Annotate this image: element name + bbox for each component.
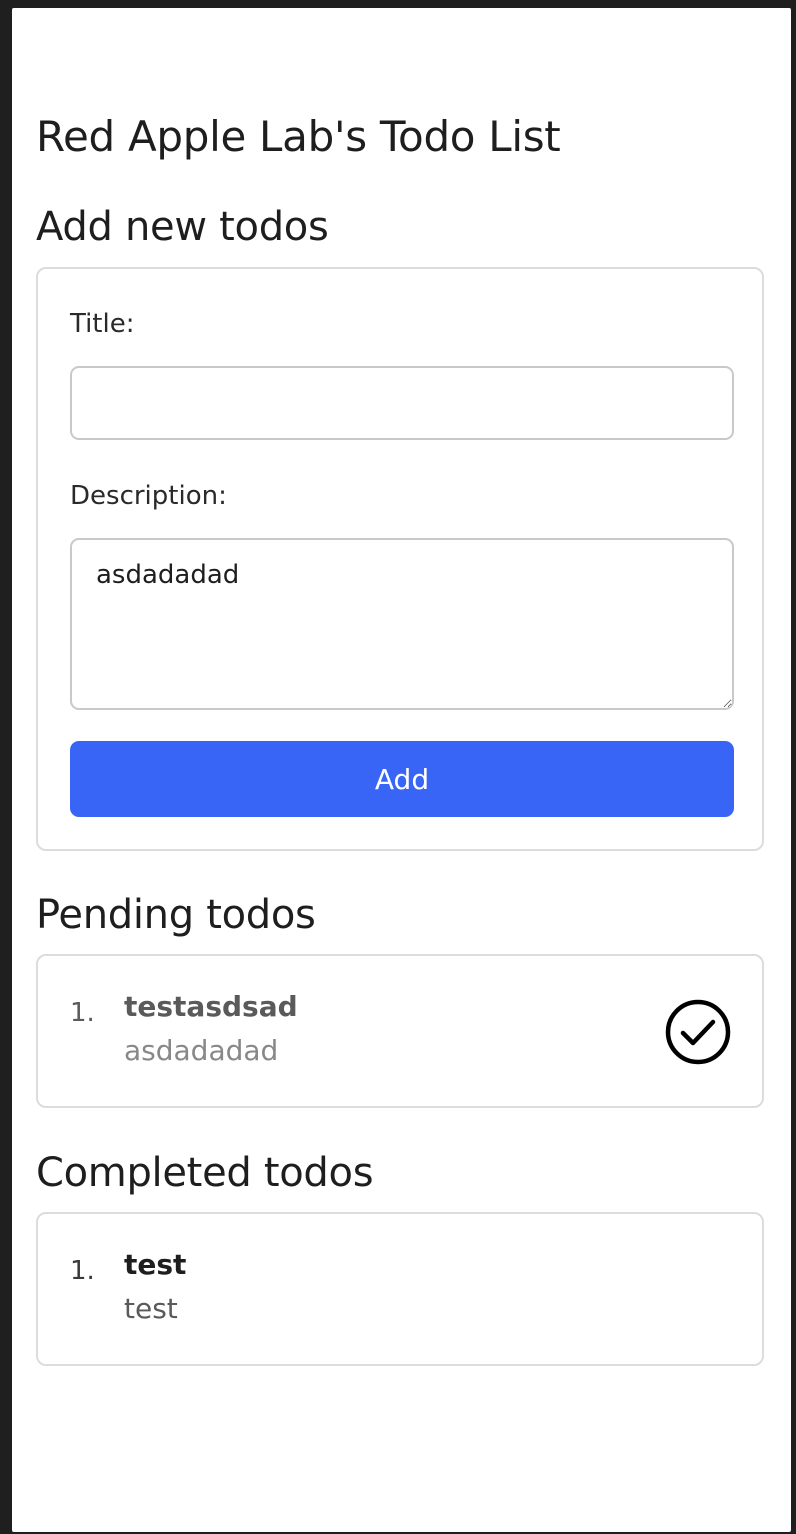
- description-label: Description:: [70, 481, 227, 511]
- todo-title: test: [124, 1248, 187, 1281]
- pending-todo-item: 1. testasdsad asdadadad: [38, 956, 762, 1106]
- todo-index: 1.: [70, 998, 95, 1028]
- add-button[interactable]: Add: [70, 741, 734, 817]
- todo-description: test: [124, 1292, 178, 1325]
- title-input[interactable]: [70, 366, 734, 440]
- pending-todos-list: 1. testasdsad asdadadad: [36, 954, 764, 1108]
- todo-index: 1.: [70, 1256, 95, 1286]
- todo-title: testasdsad: [124, 990, 298, 1023]
- description-textarea[interactable]: asdadadad: [70, 538, 734, 710]
- add-todo-form: Title: Description: asdadadad Add: [36, 267, 764, 851]
- completed-todo-item: 1. test test: [38, 1214, 762, 1364]
- completed-todos-list: 1. test test: [36, 1212, 764, 1366]
- check-circle-icon: [665, 999, 731, 1065]
- completed-section-heading: Completed todos: [36, 1150, 374, 1196]
- pending-section-heading: Pending todos: [36, 892, 316, 938]
- title-label: Title:: [70, 309, 135, 339]
- todo-description: asdadadad: [124, 1034, 279, 1067]
- mark-complete-button[interactable]: [664, 998, 732, 1066]
- add-section-heading: Add new todos: [36, 204, 329, 250]
- app-window: Red Apple Lab's Todo List Add new todos …: [12, 8, 791, 1532]
- page-title: Red Apple Lab's Todo List: [36, 112, 561, 161]
